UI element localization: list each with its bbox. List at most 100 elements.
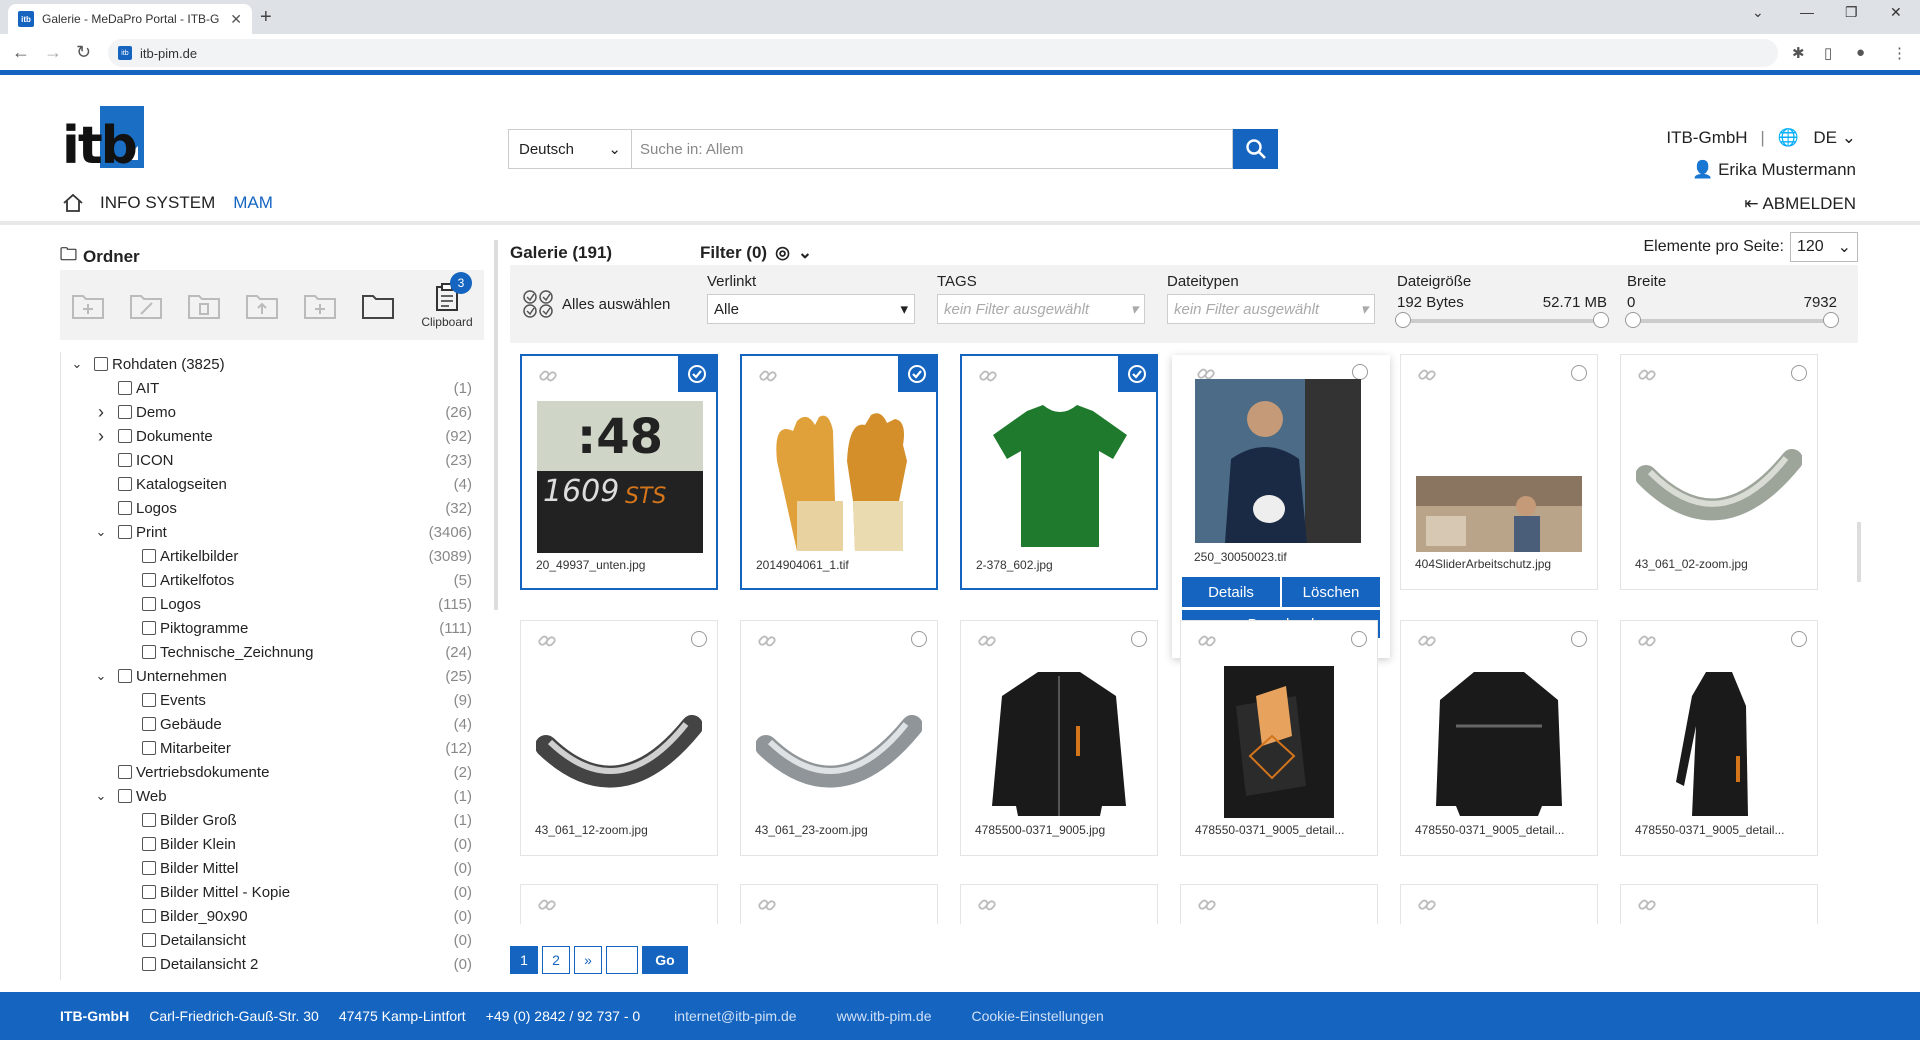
per-page-select[interactable]: 120 ⌄ xyxy=(1790,232,1858,262)
page-1-button[interactable]: 1 xyxy=(510,946,538,974)
tree-checkbox[interactable] xyxy=(142,717,156,731)
search-input[interactable]: Suche in: Allem xyxy=(632,129,1233,169)
tile-thumbnail[interactable] xyxy=(1195,666,1363,818)
gallery-tile-partial[interactable] xyxy=(1400,884,1598,924)
chevron-down-icon[interactable]: ⌄ xyxy=(94,788,108,804)
select-all-button[interactable]: Alles auswählen xyxy=(522,289,670,319)
chevron-down-icon[interactable]: ⌄ xyxy=(70,356,84,372)
delete-button[interactable]: Löschen xyxy=(1282,577,1380,607)
tile-select-checkbox[interactable] xyxy=(1351,631,1367,647)
verlinkt-select[interactable]: Alle ▾ xyxy=(707,294,915,324)
link-icon-wrap[interactable] xyxy=(757,631,777,655)
delete-folder-icon[interactable] xyxy=(186,288,222,322)
tile-select-checkbox[interactable] xyxy=(1118,356,1156,392)
gallery-tile[interactable]: 478550-0371_9005_detail... xyxy=(1400,620,1598,856)
gallery-tile-partial[interactable] xyxy=(520,884,718,924)
tree-item[interactable]: ICON (23) xyxy=(60,448,472,472)
tags-select[interactable]: kein Filter ausgewählt ▾ xyxy=(937,294,1145,324)
nav-mam[interactable]: MAM xyxy=(233,193,273,213)
itb-logo[interactable]: itb xyxy=(62,106,144,176)
link-icon-wrap[interactable] xyxy=(1637,895,1657,919)
tree-checkbox[interactable] xyxy=(118,669,132,683)
tree-checkbox[interactable] xyxy=(142,573,156,587)
window-close-icon[interactable]: ✕ xyxy=(1890,4,1902,21)
chevron-down-icon[interactable]: ⌄ xyxy=(94,668,108,684)
tree-checkbox[interactable] xyxy=(118,525,132,539)
tile-select-checkbox[interactable] xyxy=(1571,631,1587,647)
gallery-tile-partial[interactable] xyxy=(1620,884,1818,924)
reload-icon[interactable]: ↻ xyxy=(76,42,91,63)
tree-checkbox[interactable] xyxy=(142,549,156,563)
gallery-tile[interactable]: 43_061_12-zoom.jpg xyxy=(520,620,718,856)
copy-folder-icon[interactable] xyxy=(302,288,338,322)
tree-item[interactable]: Bilder_90x90 (0) xyxy=(60,904,472,928)
link-icon-wrap[interactable] xyxy=(1637,365,1657,389)
minimize-icon[interactable]: — xyxy=(1800,4,1814,20)
chevron-right-icon[interactable]: › xyxy=(94,402,108,423)
tile-thumbnail[interactable] xyxy=(1415,667,1583,817)
tile-select-checkbox[interactable] xyxy=(1352,364,1368,380)
tree-checkbox[interactable] xyxy=(142,861,156,875)
footer-email-link[interactable]: internet@itb-pim.de xyxy=(674,1008,796,1024)
tree-item[interactable]: Detailansicht 2 (0) xyxy=(60,952,472,976)
browser-tab[interactable]: itb Galerie - MeDaPro Portal - ITB-G ✕ xyxy=(8,4,252,34)
tile-select-checkbox[interactable] xyxy=(678,356,716,392)
tree-item[interactable]: ⌄ Rohdaten (3825) xyxy=(60,352,472,376)
details-button[interactable]: Details xyxy=(1182,577,1280,607)
tree-checkbox[interactable] xyxy=(118,381,132,395)
tree-item[interactable]: Events (9) xyxy=(60,688,472,712)
tile-thumbnail[interactable]: :48 1609 STS xyxy=(536,401,704,553)
tile-select-checkbox[interactable] xyxy=(898,356,936,392)
tree-checkbox[interactable] xyxy=(118,453,132,467)
types-select[interactable]: kein Filter ausgewählt ▾ xyxy=(1167,294,1375,324)
tree-item[interactable]: Bilder Groß (1) xyxy=(60,808,472,832)
tile-thumbnail[interactable] xyxy=(755,667,923,817)
tile-select-checkbox[interactable] xyxy=(911,631,927,647)
link-icon-wrap[interactable] xyxy=(537,895,557,919)
logout-link[interactable]: ⇤ ABMELDEN xyxy=(1744,194,1856,214)
back-icon[interactable]: ← xyxy=(12,42,30,63)
gallery-tile[interactable]: 2-378_602.jpg xyxy=(960,354,1158,590)
tree-checkbox[interactable] xyxy=(142,741,156,755)
forward-icon[interactable]: → xyxy=(44,42,62,63)
browser-menu-icon[interactable]: ⋮ xyxy=(1892,44,1907,62)
tree-checkbox[interactable] xyxy=(142,957,156,971)
tree-checkbox[interactable] xyxy=(142,693,156,707)
tree-item[interactable]: ⌄ Web (1) xyxy=(60,784,472,808)
tree-checkbox[interactable] xyxy=(118,429,132,443)
tree-item[interactable]: Bilder Klein (0) xyxy=(60,832,472,856)
tree-checkbox[interactable] xyxy=(118,405,132,419)
tree-item[interactable]: Detailansicht (0) xyxy=(60,928,472,952)
gallery-tile[interactable]: 4785500-0371_9005.jpg xyxy=(960,620,1158,856)
gallery-scrollbar[interactable] xyxy=(1857,522,1861,582)
link-icon-wrap[interactable] xyxy=(538,366,558,390)
tree-item[interactable]: Gebäude (4) xyxy=(60,712,472,736)
tab-search-icon[interactable]: ⌄ xyxy=(1752,4,1764,21)
tree-item[interactable]: Artikelfotos (5) xyxy=(60,568,472,592)
tree-item[interactable]: Technische_Zeichnung (24) xyxy=(60,640,472,664)
gallery-tile[interactable]: :48 1609 STS 20_49937_unten.jpg xyxy=(520,354,718,590)
user-row[interactable]: 👤 Erika Mustermann xyxy=(1692,160,1856,180)
clipboard-button[interactable]: Clipboard 3 xyxy=(418,271,476,329)
tree-checkbox[interactable] xyxy=(142,933,156,947)
tree-item[interactable]: Bilder Mittel - Kopie (0) xyxy=(60,880,472,904)
link-icon-wrap[interactable] xyxy=(537,631,557,655)
tree-checkbox[interactable] xyxy=(142,885,156,899)
link-icon-wrap[interactable] xyxy=(758,366,778,390)
search-button[interactable] xyxy=(1233,129,1278,169)
move-folder-icon[interactable] xyxy=(244,288,280,322)
tree-checkbox[interactable] xyxy=(142,621,156,635)
size-slider[interactable] xyxy=(1395,312,1609,328)
tree-item[interactable]: Artikelbilder (3089) xyxy=(60,544,472,568)
tile-select-checkbox[interactable] xyxy=(1131,631,1147,647)
tile-select-checkbox[interactable] xyxy=(1791,631,1807,647)
page-2-button[interactable]: 2 xyxy=(542,946,570,974)
new-tab-icon[interactable]: + xyxy=(260,6,272,29)
gallery-tile[interactable]: 478550-0371_9005_detail... xyxy=(1180,620,1378,856)
tree-checkbox[interactable] xyxy=(118,765,132,779)
home-icon[interactable] xyxy=(62,192,84,214)
search-language-select[interactable]: Deutsch ⌄ xyxy=(508,129,632,169)
tree-checkbox[interactable] xyxy=(142,645,156,659)
tile-thumbnail[interactable] xyxy=(756,401,924,553)
tree-checkbox[interactable] xyxy=(118,477,132,491)
